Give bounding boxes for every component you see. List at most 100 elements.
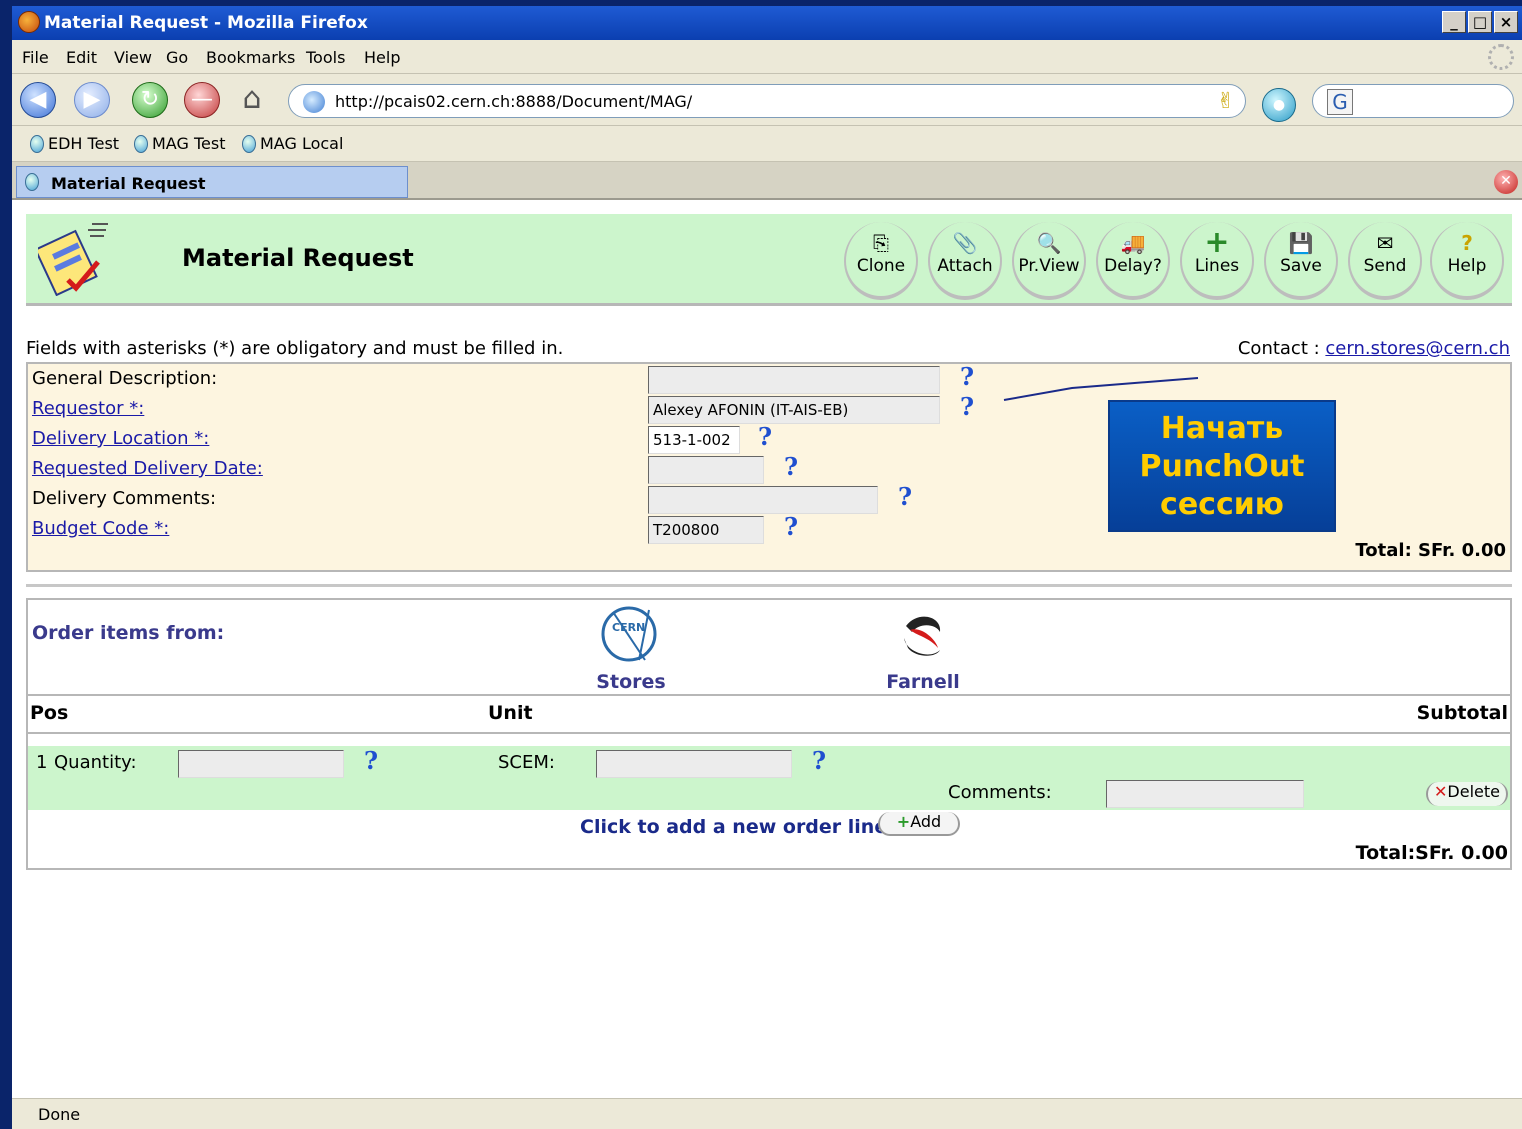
- tab-label: Material Request: [51, 174, 206, 193]
- help-question-icon[interactable]: ?: [784, 512, 798, 541]
- delivery-comments-input[interactable]: [648, 486, 878, 514]
- contact-email-link[interactable]: cern.stores@cern.ch: [1325, 338, 1510, 359]
- help-label: Help: [1447, 256, 1487, 276]
- firefox-icon: [18, 11, 40, 33]
- contact-info: Contact : cern.stores@cern.ch: [1238, 338, 1510, 359]
- requestor-input[interactable]: Alexey AFONIN (IT-AIS-EB): [648, 396, 940, 424]
- back-button[interactable]: ◀: [20, 82, 56, 118]
- requestor-link[interactable]: Requestor *:: [32, 398, 144, 419]
- bookmark-mag-local[interactable]: MAG Local: [242, 134, 343, 153]
- contact-label: Contact :: [1237, 338, 1326, 359]
- punchout-text-line2: PunchOut: [1139, 449, 1305, 484]
- bookmark-label: MAG Local: [260, 134, 344, 153]
- print-preview-button[interactable]: 🔍 Pr.View: [1012, 222, 1086, 300]
- minimize-button[interactable]: _: [1442, 11, 1466, 33]
- comments-input[interactable]: [1106, 780, 1304, 808]
- menu-edit[interactable]: Edit: [66, 48, 97, 67]
- status-bar: Done: [12, 1098, 1522, 1129]
- menu-file[interactable]: File: [22, 48, 49, 67]
- bookmark-pin-icon: [134, 134, 148, 153]
- scem-input[interactable]: [596, 750, 792, 778]
- feed-icon[interactable]: ✌: [1217, 89, 1235, 114]
- form-total: Total: SFr. 0.00: [1355, 540, 1506, 561]
- send-button[interactable]: ✉ Send: [1348, 222, 1422, 300]
- envelope-icon: ✉: [1376, 231, 1394, 255]
- supplier-farnell[interactable]: Farnell: [868, 608, 978, 693]
- requested-delivery-date-link[interactable]: Requested Delivery Date:: [32, 458, 263, 479]
- quantity-input[interactable]: [178, 750, 344, 778]
- clone-button[interactable]: ⎘ Clone: [844, 222, 918, 300]
- floppy-icon: 💾: [1288, 231, 1314, 255]
- cern-logo-text: CERN: [612, 621, 645, 634]
- stop-icon: —: [191, 87, 213, 112]
- order-total: Total:SFr. 0.00: [1355, 842, 1508, 864]
- save-label: Save: [1280, 256, 1322, 276]
- add-line-button[interactable]: +Add: [878, 812, 960, 836]
- status-text: Done: [38, 1105, 81, 1124]
- menu-bar: File Edit View Go Bookmarks Tools Help: [12, 40, 1522, 74]
- bookmark-label: MAG Test: [152, 134, 226, 153]
- forward-button[interactable]: ▶: [74, 82, 110, 118]
- punchout-callout: Начать PunchOut сессию: [1108, 400, 1336, 532]
- search-box[interactable]: G: [1312, 84, 1514, 118]
- order-lines-section: Order items from: CERN Stores Farnell Po…: [26, 598, 1512, 870]
- throbber-icon: [1488, 44, 1514, 70]
- general-description-input[interactable]: [648, 366, 940, 394]
- save-button[interactable]: 💾 Save: [1264, 222, 1338, 300]
- navigation-toolbar: ◀ ▶ ↻ — ⌂ http://pcais02.cern.ch:8888/Do…: [12, 74, 1522, 126]
- budget-code-link[interactable]: Budget Code *:: [32, 518, 169, 539]
- cern-logo-icon: CERN: [601, 606, 657, 662]
- budget-code-input[interactable]: T200800: [648, 516, 764, 544]
- requested-delivery-date-input[interactable]: [648, 456, 764, 484]
- maximize-button[interactable]: □: [1468, 11, 1492, 33]
- page-title: Material Request: [182, 244, 414, 272]
- help-icon: ?: [1461, 231, 1473, 255]
- google-search-icon[interactable]: G: [1327, 89, 1353, 115]
- close-window-button[interactable]: ×: [1494, 11, 1518, 33]
- bookmark-pin-icon: [30, 134, 44, 153]
- delete-label: Delete: [1447, 782, 1500, 801]
- title-bar: Material Request - Mozilla Firefox _ □ ×: [12, 6, 1522, 40]
- home-button[interactable]: ⌂: [234, 82, 270, 118]
- reload-button[interactable]: ↻: [132, 82, 168, 118]
- punchout-text-line1: Начать: [1160, 411, 1284, 446]
- paperclip-icon: 📎: [952, 231, 978, 255]
- add-label: Add: [910, 812, 942, 831]
- delivery-location-input[interactable]: 513-1-002: [648, 426, 740, 454]
- bookmark-mag-test[interactable]: MAG Test: [134, 134, 225, 153]
- help-button[interactable]: ? Help: [1430, 222, 1504, 300]
- delay-button[interactable]: 🚚 Delay?: [1096, 222, 1170, 300]
- help-question-icon[interactable]: ?: [960, 362, 974, 391]
- delete-line-button[interactable]: ✕Delete: [1426, 782, 1508, 806]
- close-tab-icon[interactable]: ✕: [1494, 170, 1518, 194]
- truck-icon: 🚚: [1120, 231, 1146, 255]
- menu-tools[interactable]: Tools: [306, 48, 345, 67]
- clone-icon: ⎘: [873, 231, 889, 255]
- lines-button[interactable]: + Lines: [1180, 222, 1254, 300]
- document-header: Material Request ⎘ Clone 📎 Attach 🔍 Pr.V…: [26, 214, 1512, 306]
- menu-view[interactable]: View: [114, 48, 152, 67]
- bookmark-edh-test[interactable]: EDH Test: [30, 134, 119, 153]
- help-question-icon[interactable]: ?: [364, 746, 378, 775]
- clone-label: Clone: [856, 256, 906, 276]
- attach-button[interactable]: 📎 Attach: [928, 222, 1002, 300]
- browser-window: Material Request - Mozilla Firefox _ □ ×…: [12, 6, 1522, 1129]
- menu-bookmarks[interactable]: Bookmarks: [206, 48, 295, 67]
- help-question-icon[interactable]: ?: [784, 452, 798, 481]
- menu-go[interactable]: Go: [166, 48, 188, 67]
- url-text: http://pcais02.cern.ch:8888/Document/MAG…: [335, 92, 693, 111]
- help-question-icon[interactable]: ?: [960, 392, 974, 421]
- obligatory-note: Fields with asterisks (*) are obligatory…: [26, 338, 564, 359]
- delivery-location-link[interactable]: Delivery Location *:: [32, 428, 209, 449]
- url-bar[interactable]: http://pcais02.cern.ch:8888/Document/MAG…: [288, 84, 1246, 118]
- tab-material-request[interactable]: Material Request: [16, 166, 408, 198]
- help-question-icon[interactable]: ?: [812, 746, 826, 775]
- help-question-icon[interactable]: ?: [758, 422, 772, 451]
- bookmarks-toolbar: EDH Test MAG Test MAG Local: [12, 126, 1522, 162]
- help-question-icon[interactable]: ?: [898, 482, 912, 511]
- supplier-stores[interactable]: CERN Stores: [576, 604, 686, 693]
- menu-help[interactable]: Help: [364, 48, 400, 67]
- go-button[interactable]: ●: [1262, 88, 1296, 122]
- column-unit: Unit: [488, 702, 533, 724]
- stop-button[interactable]: —: [184, 82, 220, 118]
